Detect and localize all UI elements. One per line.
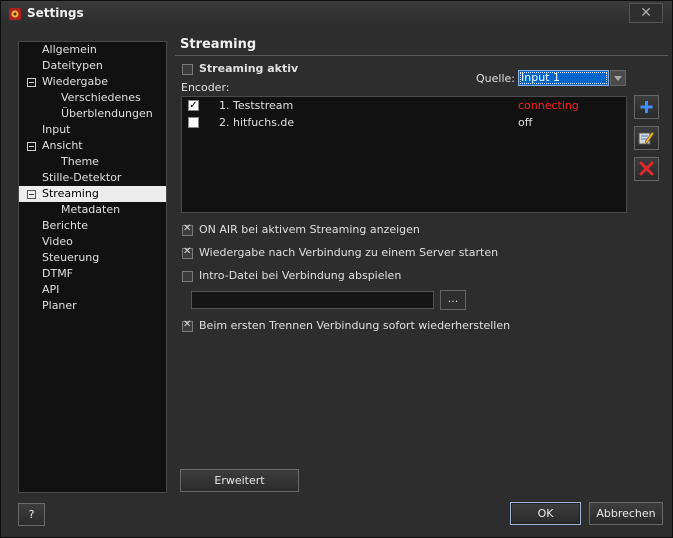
app-icon bbox=[9, 8, 21, 20]
close-button[interactable]: ✕ bbox=[629, 3, 663, 23]
nav-item-label: Stille-Detektor bbox=[42, 171, 122, 184]
nav-item-label: Input bbox=[42, 123, 71, 136]
nav-item-label: Theme bbox=[61, 155, 99, 168]
encoder-2-name: 2. hitfuchs.de bbox=[219, 116, 295, 129]
intro-file-label: Intro-Datei bei Verbindung abspielen bbox=[199, 269, 402, 282]
collapse-icon[interactable] bbox=[27, 142, 36, 151]
nav-item-label: Planer bbox=[42, 299, 77, 312]
nav-item-label: Verschiedenes bbox=[61, 91, 141, 104]
nav-item-ansicht[interactable]: Ansicht bbox=[19, 138, 166, 154]
nav-item-label: Berichte bbox=[42, 219, 88, 232]
browse-button[interactable]: ... bbox=[440, 290, 466, 310]
streaming-active-checkbox[interactable] bbox=[182, 64, 193, 75]
encoder-label: Encoder: bbox=[181, 81, 230, 94]
collapse-icon[interactable] bbox=[27, 78, 36, 87]
autoplay-checkbox[interactable] bbox=[182, 246, 193, 259]
chevron-down-icon[interactable] bbox=[610, 70, 626, 86]
onair-label: ON AIR bei aktivem Streaming anzeigen bbox=[199, 223, 420, 236]
delete-encoder-button[interactable] bbox=[634, 157, 659, 181]
window-title: Settings bbox=[27, 6, 84, 20]
encoder-1-name: 1. Teststream bbox=[219, 99, 294, 112]
encoder-1-checkbox[interactable]: ✓ bbox=[188, 100, 199, 111]
ok-button[interactable]: OK bbox=[510, 502, 581, 525]
add-encoder-button[interactable] bbox=[634, 95, 659, 119]
cancel-button[interactable]: Abbrechen bbox=[589, 502, 663, 525]
nav-item-planer[interactable]: Planer bbox=[19, 298, 166, 314]
help-button[interactable]: ? bbox=[18, 503, 45, 526]
nav-item-label: Steuerung bbox=[42, 251, 100, 264]
nav-item-streaming[interactable]: Streaming bbox=[19, 186, 166, 202]
delete-icon bbox=[639, 161, 654, 176]
nav-item-steuerung[interactable]: Steuerung bbox=[19, 250, 166, 266]
plus-icon bbox=[640, 101, 653, 113]
nav-item-label: Ansicht bbox=[42, 139, 83, 152]
nav-item-api[interactable]: API bbox=[19, 282, 166, 298]
nav-item-label: Überblendungen bbox=[61, 107, 153, 120]
nav-item-ueberblendungen[interactable]: Überblendungen bbox=[19, 106, 166, 122]
source-label: Quelle: bbox=[476, 72, 515, 85]
nav-item-label: Dateitypen bbox=[42, 59, 103, 72]
nav-item-dateitypen[interactable]: Dateitypen bbox=[19, 58, 166, 74]
nav-item-label: API bbox=[42, 283, 60, 296]
section-divider bbox=[175, 55, 668, 56]
nav-item-label: Metadaten bbox=[61, 203, 121, 216]
source-select-value: Input 1 bbox=[518, 70, 609, 86]
nav-item-label: Streaming bbox=[42, 187, 99, 200]
nav-item-wiedergabe[interactable]: Wiedergabe bbox=[19, 74, 166, 90]
nav-item-verschiedenes[interactable]: Verschiedenes bbox=[19, 90, 166, 106]
nav-item-theme[interactable]: Theme bbox=[19, 154, 166, 170]
autoplay-label: Wiedergabe nach Verbindung zu einem Serv… bbox=[199, 246, 499, 259]
encoder-2-status: off bbox=[518, 116, 533, 129]
collapse-icon[interactable] bbox=[27, 190, 36, 199]
encoder-2-checkbox[interactable] bbox=[188, 117, 199, 128]
title-bar: Settings ✕ bbox=[1, 1, 672, 27]
intro-file-checkbox[interactable] bbox=[182, 271, 193, 282]
nav-item-berichte[interactable]: Berichte bbox=[19, 218, 166, 234]
nav-item-dtmf[interactable]: DTMF bbox=[19, 266, 166, 282]
nav-item-input[interactable]: Input bbox=[19, 122, 166, 138]
reconnect-checkbox[interactable] bbox=[182, 319, 193, 332]
streaming-active-label: Streaming aktiv bbox=[199, 62, 299, 75]
nav-item-label: Allgemein bbox=[42, 43, 97, 56]
encoder-1-status: connecting bbox=[518, 99, 579, 112]
reconnect-label: Beim ersten Trennen Verbindung sofort wi… bbox=[199, 319, 511, 332]
source-select[interactable]: Input 1 bbox=[518, 70, 626, 86]
encoder-list[interactable] bbox=[181, 96, 627, 213]
nav-item-label: Wiedergabe bbox=[42, 75, 109, 88]
edit-encoder-button[interactable] bbox=[634, 126, 659, 150]
onair-checkbox[interactable] bbox=[182, 223, 193, 236]
settings-nav-tree: Allgemein Dateitypen Wiedergabe Verschie… bbox=[18, 41, 167, 493]
nav-item-stille-detektor[interactable]: Stille-Detektor bbox=[19, 170, 166, 186]
close-icon: ✕ bbox=[640, 5, 652, 21]
nav-item-video[interactable]: Video bbox=[19, 234, 166, 250]
nav-item-label: DTMF bbox=[42, 267, 74, 280]
nav-item-allgemein[interactable]: Allgemein bbox=[19, 42, 166, 58]
nav-item-label: Video bbox=[42, 235, 73, 248]
nav-item-metadaten[interactable]: Metadaten bbox=[19, 202, 166, 218]
advanced-button[interactable]: Erweitert bbox=[180, 469, 299, 492]
section-title: Streaming bbox=[180, 37, 257, 52]
intro-file-input[interactable] bbox=[191, 291, 434, 309]
edit-icon bbox=[638, 131, 655, 145]
